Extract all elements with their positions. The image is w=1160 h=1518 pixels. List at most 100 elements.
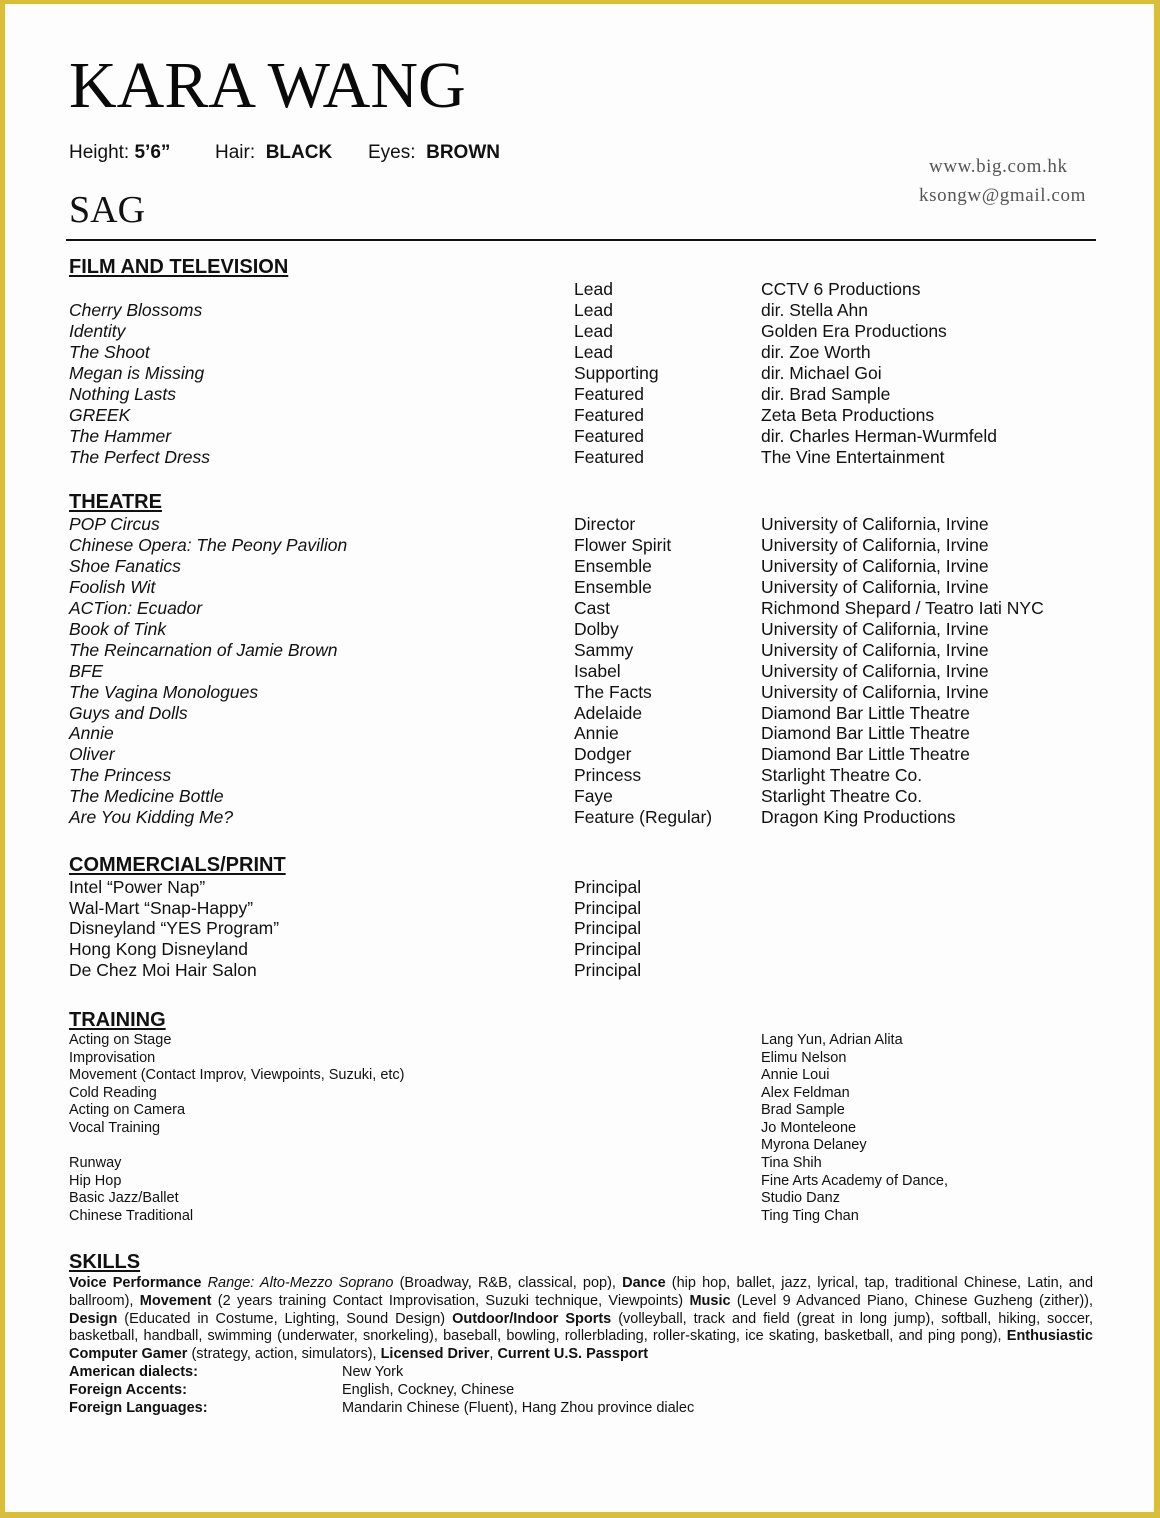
credit-title: Book of Tink <box>69 619 167 639</box>
credit-title: De Chez Moi Hair Salon <box>69 960 257 980</box>
credit-role: Dolby <box>574 619 619 639</box>
detail-value: Mandarin Chinese (Fluent), Hang Zhou pro… <box>342 1400 695 1416</box>
skill-category: Movement <box>139 1292 212 1309</box>
credit-title: Oliver <box>69 744 115 764</box>
detail-value: New York <box>342 1364 404 1380</box>
credit-role: Featured <box>574 447 645 467</box>
section-heading-training: TRAINING <box>69 1009 166 1031</box>
credit-role: Principal <box>574 918 642 938</box>
actor-name: KARA WANG <box>69 49 466 122</box>
credit-company: dir. Brad Sample <box>761 384 891 404</box>
section-heading-theatre: THEATRE <box>69 491 162 513</box>
training-teacher: Ting Ting Chan <box>761 1208 859 1224</box>
section-heading-commercials: COMMERCIALS/PRINT <box>69 854 286 876</box>
credit-title: Annie <box>69 723 114 743</box>
training-course: Chinese Traditional <box>69 1208 194 1224</box>
credit-role: Principal <box>574 898 642 918</box>
credit-role: Feature (Regular) <box>574 807 713 827</box>
credit-company: CCTV 6 Productions <box>761 279 921 299</box>
credit-company: Starlight Theatre Co. <box>761 765 923 785</box>
skill-category: Design <box>69 1310 118 1327</box>
detail-label: Foreign Accents: <box>69 1382 187 1398</box>
header-divider <box>66 239 1096 241</box>
credit-role: Supporting <box>574 363 659 383</box>
skill-text: (Level 9 Advanced Piano, Chinese Guzheng… <box>730 1292 1094 1309</box>
credit-title: Disneyland “YES Program” <box>69 918 280 938</box>
credit-title: Hong Kong Disneyland <box>69 939 249 959</box>
credit-title: Chinese Opera: The Peony Pavilion <box>69 535 348 555</box>
credit-role: Princess <box>574 765 642 785</box>
training-teacher: Alex Feldman <box>761 1085 850 1101</box>
credit-role: Ensemble <box>574 577 652 597</box>
credit-role: Lead <box>574 279 613 299</box>
training-teacher: Annie Loui <box>761 1067 830 1083</box>
credit-role: Dodger <box>574 744 632 764</box>
credit-role: Ensemble <box>574 556 652 576</box>
credit-role: Isabel <box>574 661 621 681</box>
stat-label: Eyes: <box>368 142 416 163</box>
credit-role: Annie <box>574 723 619 743</box>
credit-title: The Hammer <box>69 426 172 446</box>
credit-title: The Medicine Bottle <box>69 786 224 806</box>
credit-company: University of California, Irvine <box>761 535 989 555</box>
credit-company: Dragon King Productions <box>761 807 956 827</box>
training-teacher: Elimu Nelson <box>761 1050 847 1066</box>
training-course: Acting on Camera <box>69 1102 186 1118</box>
training-course: Movement (Contact Improv, Viewpoints, Su… <box>69 1067 405 1083</box>
stat-hair: Hair: BLACK <box>215 142 332 164</box>
credit-role: Featured <box>574 405 645 425</box>
credit-company: University of California, Irvine <box>761 640 989 660</box>
section-heading-skills: SKILLS <box>69 1251 141 1273</box>
training-teacher: Studio Danz <box>761 1190 840 1206</box>
credit-company: University of California, Irvine <box>761 514 989 534</box>
stat-value: BLACK <box>265 142 333 163</box>
credit-company: Golden Era Productions <box>761 321 947 341</box>
credit-company: The Vine Entertainment <box>761 447 945 467</box>
resume-page: KARA WANG Height: 5’6” Hair: BLACK Eyes:… <box>5 4 1154 1512</box>
credit-title: The Vagina Monologues <box>69 682 259 702</box>
skill-text: (Educated in Costume, Lighting, Sound De… <box>117 1310 453 1327</box>
training-course: Hip Hop <box>69 1173 122 1189</box>
training-course: Cold Reading <box>69 1085 157 1101</box>
credit-role: Adelaide <box>574 703 643 723</box>
credit-role: Featured <box>574 426 645 446</box>
credit-role: Featured <box>574 384 645 404</box>
credit-title: The Reincarnation of Jamie Brown <box>69 640 338 660</box>
credit-company: University of California, Irvine <box>761 556 989 576</box>
credit-title: The Shoot <box>69 342 150 362</box>
credit-title: Identity <box>69 321 126 341</box>
stat-height: Height: 5’6” <box>69 142 170 164</box>
credit-role: Principal <box>574 960 642 980</box>
detail-label: American dialects: <box>69 1364 198 1380</box>
skill-text: (2 years training Contact Improvisation,… <box>211 1292 690 1309</box>
credit-title: The Perfect Dress <box>69 447 211 467</box>
training-course: Basic Jazz/Ballet <box>69 1190 179 1206</box>
credit-company: Diamond Bar Little Theatre <box>761 744 970 764</box>
email-link[interactable]: ksongw@gmail.com <box>919 184 1086 208</box>
credit-role: Principal <box>574 939 642 959</box>
credit-title: GREEK <box>69 405 131 425</box>
training-course: Vocal Training <box>69 1120 161 1136</box>
credit-title: POP Circus <box>69 514 160 534</box>
credit-company: University of California, Irvine <box>761 577 989 597</box>
website-link[interactable]: www.big.com.hk <box>929 155 1068 179</box>
credit-company: University of California, Irvine <box>761 619 989 639</box>
skill-range: Range: Alto-Mezzo Soprano <box>207 1275 394 1291</box>
credit-company: dir. Stella Ahn <box>761 300 869 320</box>
skill-text: (strategy, action, simulators), <box>187 1346 381 1363</box>
training-course: Runway <box>69 1155 122 1171</box>
skill-category: Outdoor/Indoor Sports <box>452 1310 612 1327</box>
stat-value: BROWN <box>426 142 500 163</box>
skill-category: Licensed Driver <box>380 1346 490 1363</box>
credit-company: Diamond Bar Little Theatre <box>761 703 970 723</box>
credit-title: Shoe Fanatics <box>69 556 181 576</box>
credit-role: Director <box>574 514 636 534</box>
credit-company: Richmond Shepard / Teatro Iati NYC <box>761 598 1044 618</box>
detail-value: English, Cockney, Chinese <box>342 1382 515 1398</box>
union-affiliation: SAG <box>69 189 146 231</box>
credit-role: Sammy <box>574 640 634 660</box>
credit-title: BFE <box>69 661 104 681</box>
training-teacher: Myrona Delaney <box>761 1137 867 1153</box>
skill-text: (Broadway, R&B, classical, pop), <box>393 1275 623 1291</box>
stat-eyes: Eyes: BROWN <box>368 142 500 164</box>
